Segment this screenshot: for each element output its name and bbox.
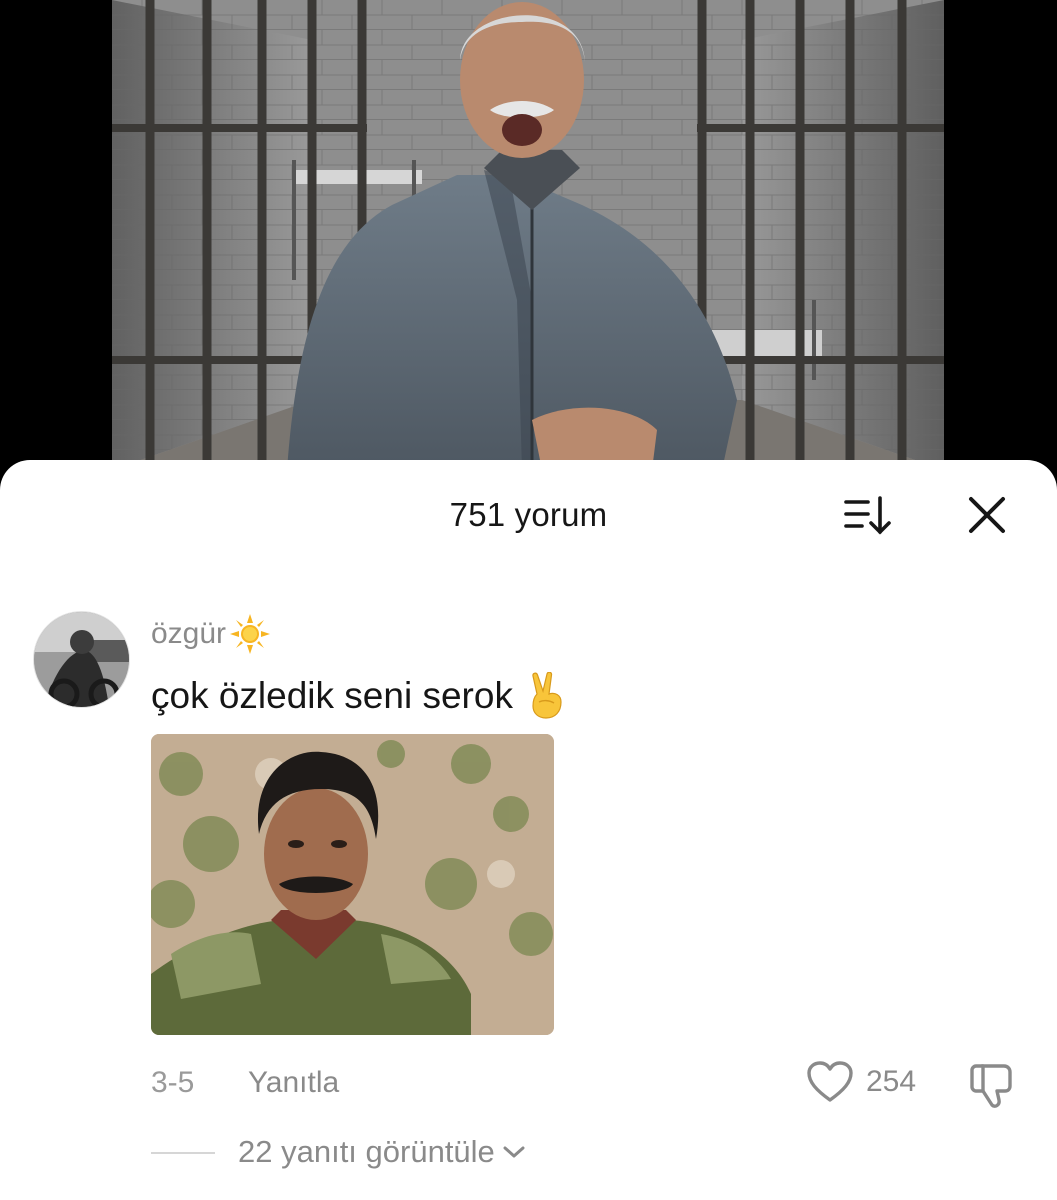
like-count: 254	[866, 1065, 917, 1098]
video-frame	[112, 0, 944, 470]
view-replies-button[interactable]: 22 yanıtı görüntüle	[238, 1134, 527, 1170]
attached-photo-image	[151, 734, 554, 1035]
chevron-down-icon	[503, 1146, 525, 1158]
comments-sheet: 751 yorum özgür çok özledik seni serok 3…	[0, 460, 1057, 1200]
avatar[interactable]	[33, 611, 130, 708]
replies-divider	[151, 1152, 215, 1154]
comment-attached-photo[interactable]	[151, 734, 554, 1035]
comment-body: çok özledik seni serok	[151, 675, 513, 716]
sort-button[interactable]	[842, 494, 894, 538]
sort-icon	[844, 496, 891, 535]
close-button[interactable]	[964, 492, 1010, 538]
comment-username[interactable]: özgür	[151, 614, 271, 654]
comments-count-title: 751 yorum	[449, 496, 608, 533]
avatar-image	[34, 612, 129, 707]
video-player[interactable]	[112, 0, 944, 470]
close-icon	[969, 497, 1005, 533]
heart-icon	[807, 1061, 853, 1102]
victory-hand-icon	[532, 672, 562, 719]
screen: 751 yorum özgür çok özledik seni serok 3…	[0, 0, 1057, 1200]
view-replies-label: 22 yanıtı görüntüle	[238, 1134, 495, 1169]
username-text: özgür	[151, 617, 227, 650]
sun-emoji-icon	[230, 614, 271, 654]
comment-text: çok özledik seni serok	[151, 672, 567, 720]
comment-date: 3-5	[151, 1066, 195, 1099]
dislike-button[interactable]	[966, 1060, 1018, 1112]
like-button[interactable]: 254	[806, 1060, 916, 1104]
reply-button[interactable]: Yanıtla	[248, 1066, 339, 1100]
thumbs-down-icon	[970, 1064, 1012, 1108]
